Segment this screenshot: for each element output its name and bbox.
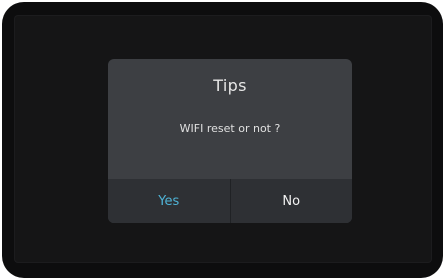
dialog-message: WIFI reset or not ? bbox=[179, 122, 281, 135]
device-screen: Tips WIFI reset or not ? Yes No bbox=[14, 15, 432, 263]
yes-button[interactable]: Yes bbox=[108, 179, 230, 223]
no-button[interactable]: No bbox=[231, 179, 353, 223]
dialog-button-row: Yes No bbox=[108, 179, 352, 223]
device-bezel: Tips WIFI reset or not ? Yes No bbox=[2, 2, 443, 278]
dialog-title: Tips bbox=[213, 76, 247, 95]
wifi-reset-dialog: Tips WIFI reset or not ? Yes No bbox=[108, 59, 352, 223]
